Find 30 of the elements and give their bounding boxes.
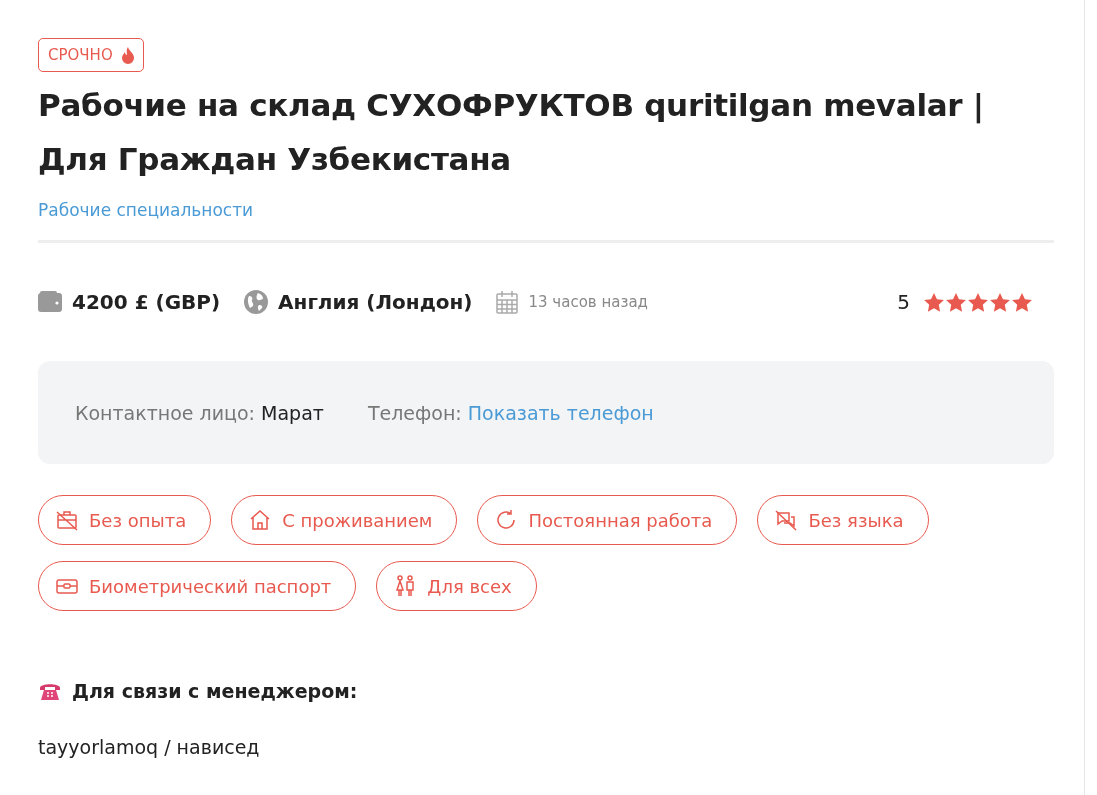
manager-heading: Для связи с менеджером: [72, 680, 358, 702]
telephone-icon [38, 681, 62, 701]
star-icon [968, 292, 988, 312]
speech-bubbles-icon [774, 508, 799, 532]
salary: 4200 £ (GBP) [72, 290, 221, 314]
briefcase-icon [55, 508, 79, 532]
feature-tag[interactable]: Постоянная работа [477, 495, 738, 545]
star-icon [924, 292, 944, 312]
category-link[interactable]: Рабочие специальности [38, 200, 254, 220]
feature-tag[interactable]: Без опыта [38, 495, 212, 545]
calendar-icon [496, 290, 519, 314]
contact-person: Контактное лицо: Марат [75, 401, 324, 424]
flame-icon [120, 46, 135, 64]
manager-text: tayyorlamoq / нависед [38, 736, 261, 758]
location: Англия (Лондон) [278, 290, 473, 314]
rating-value: 5 [897, 290, 910, 314]
feature-tag[interactable]: С проживанием [231, 495, 458, 545]
feature-tag[interactable]: Без языка [757, 495, 929, 545]
show-phone-link[interactable]: Показать телефон [467, 401, 654, 424]
phone-row: Телефон: Показать телефон [367, 401, 654, 424]
globe-icon [244, 290, 269, 314]
urgent-badge: СРОЧНО [38, 38, 144, 72]
star-icon [1012, 292, 1032, 312]
star-icon [946, 292, 966, 312]
wallet-icon [38, 291, 62, 313]
star-icon [990, 292, 1010, 312]
job-title: Рабочие на склад СУХОФРУКТОВ quritilgan mevalar | Для Граждан Узбекистана [38, 86, 985, 179]
feature-tag[interactable]: Для всех [376, 561, 537, 611]
feature-tag[interactable]: Биометрический паспорт [38, 561, 357, 611]
post-time: 13 часов назад [528, 293, 648, 311]
